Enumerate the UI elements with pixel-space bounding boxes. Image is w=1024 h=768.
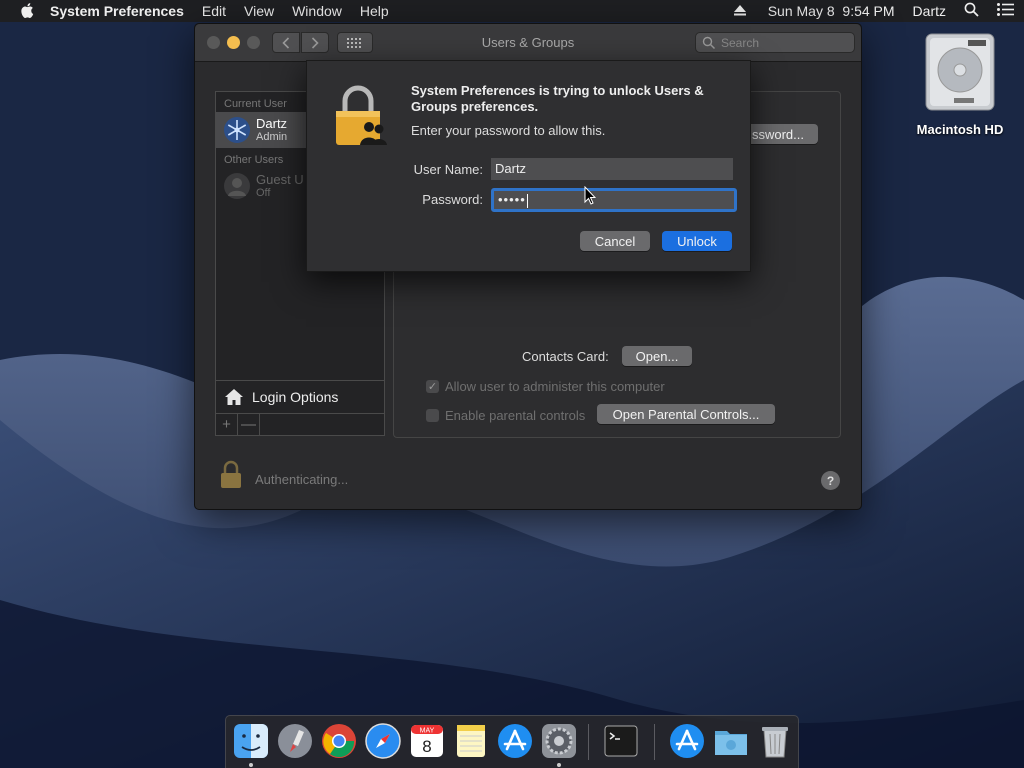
allow-admin-label: Allow user to administer this computer — [445, 379, 665, 394]
authenticating-status: Authenticating... — [255, 472, 349, 487]
trash-icon[interactable] — [756, 722, 794, 760]
macintosh-hd-label: Macintosh HD — [916, 122, 1004, 137]
change-password-button[interactable]: ssword... — [746, 124, 818, 144]
contacts-card-label: Contacts Card: — [522, 349, 609, 364]
chrome-icon[interactable] — [320, 722, 358, 760]
dialog-subtext: Enter your password to allow this. — [411, 123, 606, 138]
open-contacts-button[interactable]: Open... — [622, 346, 692, 366]
menubar-clock[interactable]: Sun May 8 9:54 PM — [768, 3, 895, 19]
user-role-off: Off — [256, 186, 271, 199]
sidebar-controls: + — — [216, 413, 384, 435]
spotlight-search-icon[interactable] — [964, 2, 979, 20]
allow-admin-checkbox[interactable]: ✓ — [426, 380, 439, 393]
menu-help[interactable]: Help — [360, 3, 389, 19]
remove-user-button[interactable]: — — [238, 414, 260, 435]
mouse-pointer-icon — [584, 185, 597, 205]
parental-controls-row: Enable parental controls — [426, 408, 585, 423]
parental-controls-checkbox[interactable] — [426, 409, 439, 422]
window-titlebar[interactable]: Users & Groups Search — [195, 24, 861, 62]
menu-window[interactable]: Window — [292, 3, 342, 19]
parental-controls-label: Enable parental controls — [445, 408, 586, 423]
guest-avatar-icon — [224, 173, 250, 199]
search-icon — [702, 36, 716, 49]
user-name-guest: Guest U — [256, 171, 304, 187]
help-button[interactable]: ? — [821, 471, 840, 490]
applications-folder-icon[interactable] — [668, 722, 706, 760]
menubar-user[interactable]: Dartz — [913, 3, 946, 19]
calendar-day: 8 — [422, 737, 431, 756]
login-options-label: Login Options — [252, 389, 339, 405]
password-label: Password: — [422, 192, 483, 207]
open-parental-controls-button[interactable]: Open Parental Controls... — [597, 404, 775, 424]
launchpad-icon[interactable] — [276, 722, 314, 760]
dialog-heading: System Preferences is trying to unlock U… — [411, 83, 704, 114]
user-role-admin: Admin — [256, 130, 288, 143]
eject-icon[interactable] — [733, 3, 746, 19]
padlock-users-icon — [333, 83, 391, 147]
dock-separator-2 — [654, 724, 655, 760]
search-placeholder: Search — [721, 35, 760, 50]
lock-icon[interactable] — [219, 460, 243, 490]
cancel-button[interactable]: Cancel — [580, 231, 650, 251]
hard-drive-icon — [924, 32, 996, 112]
password-field[interactable]: ••••• — [491, 188, 737, 212]
macintosh-hd-desktop-icon[interactable]: Macintosh HD — [910, 32, 1010, 137]
snowflake-avatar-icon — [224, 117, 250, 143]
calendar-month: MAY — [420, 728, 435, 735]
system-preferences-icon[interactable] — [540, 722, 578, 760]
notes-icon[interactable] — [452, 722, 490, 760]
downloads-folder-icon[interactable] — [712, 722, 750, 760]
search-field[interactable]: Search — [695, 32, 855, 53]
finder-icon[interactable] — [232, 722, 270, 760]
app-store-icon[interactable] — [496, 722, 534, 760]
menu-view[interactable]: View — [244, 3, 274, 19]
house-icon — [225, 389, 243, 405]
menu-bar: System Preferences Edit View Window Help… — [0, 0, 1024, 22]
safari-icon[interactable] — [364, 722, 402, 760]
menu-app-name[interactable]: System Preferences — [50, 3, 184, 19]
username-label: User Name: — [413, 162, 483, 177]
add-user-button[interactable]: + — [216, 414, 238, 435]
dock: MAY 8 — [225, 715, 799, 768]
user-name-dartz: Dartz — [256, 115, 288, 131]
username-field[interactable]: Dartz — [491, 158, 733, 180]
menu-edit[interactable]: Edit — [202, 3, 226, 19]
dock-separator — [588, 724, 589, 760]
allow-admin-row: ✓ Allow user to administer this computer — [426, 379, 665, 394]
finder-running-indicator — [249, 763, 253, 767]
terminal-icon[interactable] — [602, 722, 640, 760]
unlock-dialog: System Preferences is trying to unlock U… — [306, 60, 751, 272]
password-dots: ••••• — [498, 192, 526, 207]
sidebar-item-dartz[interactable]: Dartz Admin — [216, 112, 306, 148]
calendar-icon[interactable]: MAY 8 — [408, 722, 446, 760]
system-preferences-running-indicator — [557, 763, 561, 767]
unlock-button[interactable]: Unlock — [662, 231, 732, 251]
apple-menu-icon[interactable] — [18, 0, 38, 22]
notification-center-icon[interactable] — [997, 3, 1014, 19]
login-options-item[interactable]: Login Options — [216, 380, 384, 413]
text-caret — [526, 193, 528, 208]
